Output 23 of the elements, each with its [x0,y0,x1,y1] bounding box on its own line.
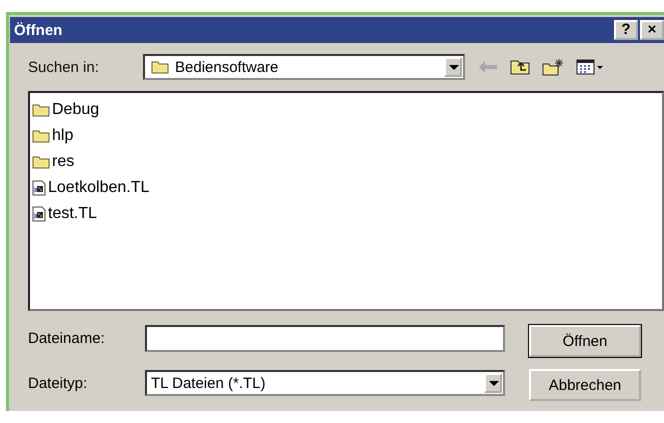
document-icon [32,180,46,196]
file-list-item[interactable]: Loetkolben.TL [32,175,150,201]
file-list-item[interactable]: test.TL [32,201,97,227]
file-type-dropdown[interactable]: TL Dateien (*.TL) [145,370,505,396]
folder-icon [32,103,50,117]
document-icon [32,206,46,222]
open-button[interactable]: Öffnen [529,325,641,357]
cancel-button[interactable]: Abbrechen [529,369,641,401]
window-title: Öffnen [14,22,62,38]
folder-icon [151,60,169,74]
file-list-item[interactable]: hlp [32,123,74,149]
file-name-field[interactable] [145,325,505,352]
folder-icon [32,129,50,143]
file-list[interactable]: Debug hlp res Loetkolben.TL test.TL [28,91,664,311]
help-button[interactable]: ? [614,20,638,40]
look-in-dropdown[interactable]: Bediensoftware [143,54,465,80]
file-list-item[interactable]: Debug [32,97,100,123]
close-button[interactable]: × [640,20,664,40]
file-name-label: Dateiname: [28,330,106,347]
file-list-item[interactable]: res [32,149,74,175]
file-type-label: Dateityp: [28,374,88,392]
folder-icon [32,155,50,169]
look-in-label: Suchen in: [28,58,100,76]
